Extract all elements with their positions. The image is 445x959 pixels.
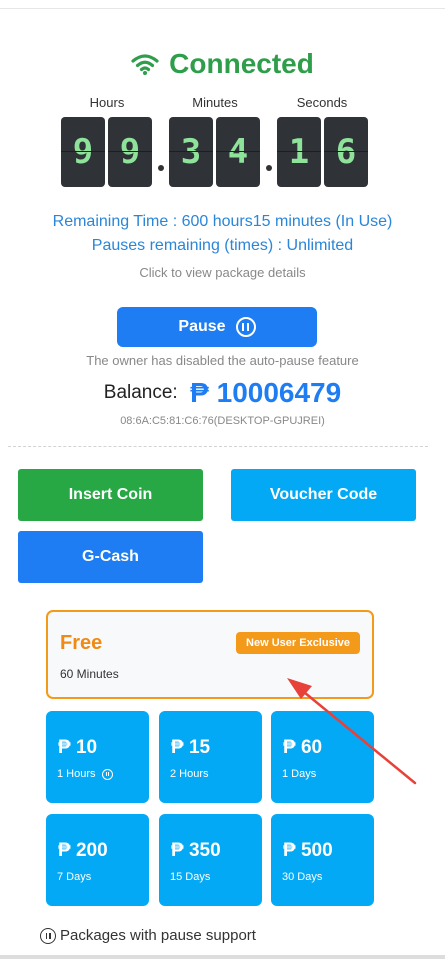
hours-label: Hours xyxy=(89,95,125,110)
package-card[interactable]: ₱ 10 1 Hours xyxy=(46,711,149,803)
package-details-hint[interactable]: Click to view package details xyxy=(0,265,445,280)
package-card[interactable]: ₱ 350 15 Days xyxy=(159,814,262,906)
pause-circle-icon xyxy=(40,927,56,944)
connection-status: Connected xyxy=(0,48,445,81)
hours-digit-2: 9 xyxy=(108,117,152,187)
minutes-digit-1: 3 xyxy=(169,117,213,187)
time-separator xyxy=(158,165,164,171)
package-price: ₱ 60 xyxy=(283,737,323,758)
top-divider xyxy=(0,8,445,9)
wifi-icon xyxy=(131,52,159,76)
time-separator xyxy=(266,165,272,171)
section-divider xyxy=(8,446,428,447)
gcash-button[interactable]: G-Cash xyxy=(18,531,203,583)
pause-support-icon xyxy=(101,768,113,780)
package-price: ₱ 200 xyxy=(58,840,108,861)
minutes-label: Minutes xyxy=(192,95,238,110)
insert-coin-button[interactable]: Insert Coin xyxy=(18,469,203,521)
status-text: Connected xyxy=(169,48,314,79)
free-package-card[interactable]: Free 60 Minutes New User Exclusive xyxy=(46,610,374,699)
pause-button-label: Pause xyxy=(178,318,226,335)
balance-row: Balance: ₱ 10006479 xyxy=(0,377,445,409)
pause-button[interactable]: Pause xyxy=(117,307,317,347)
seconds-digit-2: 6 xyxy=(324,117,368,187)
package-duration: 1 Days xyxy=(282,768,317,780)
remaining-time-text[interactable]: Remaining Time : 600 hours15 minutes (In… xyxy=(0,213,445,231)
seconds-label: Seconds xyxy=(296,95,348,110)
package-duration: 15 Days xyxy=(170,871,211,883)
package-card[interactable]: ₱ 15 2 Hours xyxy=(159,711,262,803)
auto-pause-note: The owner has disabled the auto-pause fe… xyxy=(86,353,359,368)
package-duration: 30 Days xyxy=(282,871,323,883)
free-package-title: Free xyxy=(60,632,103,654)
package-card[interactable]: ₱ 200 7 Days xyxy=(46,814,149,906)
hours-digit-1: 9 xyxy=(61,117,105,187)
package-duration-row: 1 Hours xyxy=(57,768,113,780)
package-duration: 7 Days xyxy=(57,871,92,883)
pause-support-note: Packages with pause support xyxy=(40,927,256,944)
countdown-timer: Hours Minutes Seconds 9 9 3 4 1 6 xyxy=(61,95,371,187)
package-card[interactable]: ₱ 60 1 Days xyxy=(271,711,374,803)
package-price: ₱ 15 xyxy=(171,737,211,758)
pause-support-text: Packages with pause support xyxy=(60,927,256,944)
pause-circle-icon xyxy=(235,317,256,337)
package-price: ₱ 10 xyxy=(58,737,98,758)
voucher-code-button[interactable]: Voucher Code xyxy=(231,469,416,521)
balance-amount: ₱ 10006479 xyxy=(190,377,342,408)
free-package-duration: 60 Minutes xyxy=(60,667,119,681)
bottom-border xyxy=(0,955,445,959)
pauses-remaining-text[interactable]: Pauses remaining (times) : Unlimited xyxy=(0,237,445,255)
new-user-badge: New User Exclusive xyxy=(236,632,360,654)
minutes-digit-2: 4 xyxy=(216,117,260,187)
package-price: ₱ 350 xyxy=(171,840,221,861)
device-id: 08:6A:C5:81:C6:76(DESKTOP-GPUJREI) xyxy=(120,415,325,427)
seconds-digit-1: 1 xyxy=(277,117,321,187)
package-duration: 2 Hours xyxy=(170,768,209,780)
package-card[interactable]: ₱ 500 30 Days xyxy=(271,814,374,906)
package-price: ₱ 500 xyxy=(283,840,333,861)
balance-label: Balance: xyxy=(103,382,178,403)
package-duration: 1 Hours xyxy=(57,768,96,780)
